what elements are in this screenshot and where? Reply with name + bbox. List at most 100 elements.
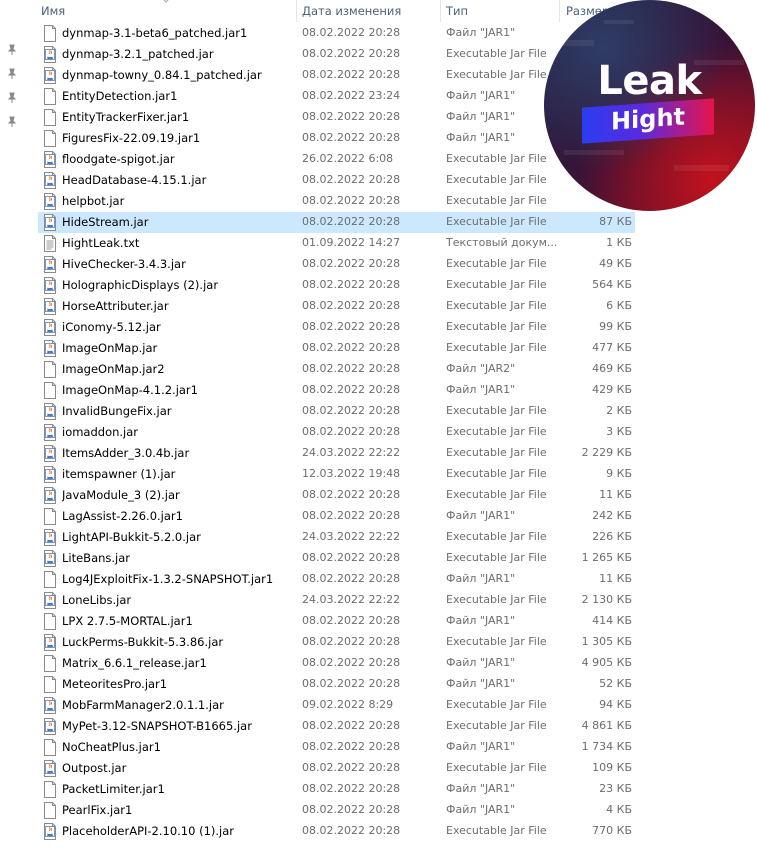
file-date-modified: 08.02.2022 20:28 — [302, 341, 401, 354]
file-name: ImageOnMap.jar — [62, 341, 158, 355]
file-date-modified: 08.02.2022 20:28 — [302, 362, 401, 375]
file-row[interactable]: HideStream.jar 08.02.2022 20:28 Executable… — [38, 212, 635, 233]
file-type: Файл "JAR1" — [446, 26, 516, 39]
file-row[interactable]: PearlFix.jar1 08.02.2022 20:28 Файл "JAR1"… — [38, 800, 635, 821]
file-name: HolographicDisplays (2).jar — [62, 278, 219, 292]
file-row[interactable]: NoCheatPlus.jar1 08.02.2022 20:28 Файл "JA… — [38, 737, 635, 758]
java-file-icon — [43, 487, 57, 504]
file-row[interactable]: HightLeak.txt 01.09.2022 14:27 Текстовый д… — [38, 233, 635, 254]
file-type: Файл "JAR1" — [446, 782, 516, 795]
file-row[interactable]: LuckPerms-Bukkit-5.3.86.jar 08.02.2022 20… — [38, 632, 635, 653]
file-date-modified: 08.02.2022 20:28 — [302, 824, 401, 837]
blank-file-icon — [43, 508, 57, 525]
java-file-icon — [43, 172, 57, 189]
file-name: HeadDatabase-4.15.1.jar — [62, 173, 207, 187]
column-name-header[interactable]: Имя — [41, 4, 65, 18]
java-file-icon — [43, 214, 57, 231]
blank-file-icon — [43, 781, 57, 798]
file-date-modified: 08.02.2022 20:28 — [302, 425, 401, 438]
file-type: Executable Jar File — [446, 47, 547, 60]
file-name: PearlFix.jar1 — [62, 803, 133, 817]
pin-icon[interactable] — [6, 44, 18, 56]
file-row[interactable]: JavaModule_3 (2).jar 08.02.2022 20:28 Exec… — [38, 485, 635, 506]
file-date-modified: 08.02.2022 20:28 — [302, 47, 401, 60]
file-size: 2 КБ — [606, 404, 632, 417]
file-row[interactable]: LPX 2.7.5-MORTAL.jar1 08.02.2022 20:28 Фай… — [38, 611, 635, 632]
java-file-icon — [43, 592, 57, 609]
file-row[interactable]: ImageOnMap.jar2 08.02.2022 20:28 Файл "JAR… — [38, 359, 635, 380]
file-date-modified: 08.02.2022 20:28 — [302, 68, 401, 81]
file-row[interactable]: itemspawner (1).jar 12.03.2022 19:48 Execu… — [38, 464, 635, 485]
pin-icon[interactable] — [6, 116, 18, 128]
file-row[interactable]: ImageOnMap.jar 08.02.2022 20:28 Executable… — [38, 338, 635, 359]
file-size: 226 КБ — [592, 530, 632, 543]
file-type: Executable Jar File — [446, 719, 547, 732]
file-date-modified: 08.02.2022 20:28 — [302, 782, 401, 795]
file-row[interactable]: ImageOnMap-4.1.2.jar1 08.02.2022 20:28 Фай… — [38, 380, 635, 401]
java-file-icon — [43, 760, 57, 777]
file-row[interactable]: iomaddon.jar 08.02.2022 20:28 Executable J… — [38, 422, 635, 443]
blank-file-icon — [43, 802, 57, 819]
file-name: MyPet-3.12-SNAPSHOT-B1665.jar — [62, 719, 252, 733]
file-type: Файл "JAR1" — [446, 740, 516, 753]
java-file-icon — [43, 424, 57, 441]
pin-icon[interactable] — [6, 92, 18, 104]
file-date-modified: 24.03.2022 22:22 — [302, 530, 401, 543]
java-file-icon — [43, 46, 57, 63]
file-type: Executable Jar File — [446, 257, 547, 270]
file-type: Файл "JAR1" — [446, 614, 516, 627]
file-date-modified: 08.02.2022 20:28 — [302, 572, 401, 585]
file-name: LagAssist-2.26.0.jar1 — [62, 509, 183, 523]
file-row[interactable]: PlaceholderAPI-2.10.10 (1).jar 08.02.2022… — [38, 821, 635, 842]
file-row[interactable]: PacketLimiter.jar1 08.02.2022 20:28 Файл "… — [38, 779, 635, 800]
file-row[interactable]: Log4JExploitFix-1.3.2-SNAPSHOT.jar1 08.02… — [38, 569, 635, 590]
column-divider[interactable] — [296, 0, 297, 22]
file-type: Файл "JAR1" — [446, 110, 516, 123]
file-type: Executable Jar File — [446, 425, 547, 438]
file-row[interactable]: MeteoritesPro.jar1 08.02.2022 20:28 Файл "… — [38, 674, 635, 695]
file-row[interactable]: HorseAttributer.jar 08.02.2022 20:28 Execu… — [38, 296, 635, 317]
java-file-icon — [43, 697, 57, 714]
file-type: Executable Jar File — [446, 488, 547, 501]
file-row[interactable]: LagAssist-2.26.0.jar1 08.02.2022 20:28 Фай… — [38, 506, 635, 527]
file-row[interactable]: Outpost.jar 08.02.2022 20:28 Executable Ja… — [38, 758, 635, 779]
file-row[interactable]: HolographicDisplays (2).jar 08.02.2022 20… — [38, 275, 635, 296]
file-name: ItemsAdder_3.0.4b.jar — [62, 446, 190, 460]
file-type: Executable Jar File — [446, 299, 547, 312]
file-name: LPX 2.7.5-MORTAL.jar1 — [62, 614, 193, 628]
file-size: 99 КБ — [599, 320, 632, 333]
java-file-icon — [43, 67, 57, 84]
column-divider[interactable] — [440, 0, 441, 22]
file-row[interactable]: LoneLibs.jar 24.03.2022 22:22 Executable J… — [38, 590, 635, 611]
file-date-modified: 08.02.2022 20:28 — [302, 761, 401, 774]
file-size: 9 КБ — [606, 467, 632, 480]
file-date-modified: 08.02.2022 20:28 — [302, 383, 401, 396]
file-type: Executable Jar File — [446, 467, 547, 480]
file-size: 242 КБ — [592, 509, 632, 522]
file-name: ImageOnMap.jar2 — [62, 362, 165, 376]
file-row[interactable]: LightAPI-Bukkit-5.2.0.jar 24.03.2022 22:2… — [38, 527, 635, 548]
file-row[interactable]: MyPet-3.12-SNAPSHOT-B1665.jar 08.02.2022 … — [38, 716, 635, 737]
file-row[interactable]: HiveChecker-3.4.3.jar 08.02.2022 20:28 Exe… — [38, 254, 635, 275]
pin-icon[interactable] — [6, 68, 18, 80]
file-name: floodgate-spigot.jar — [62, 152, 175, 166]
file-name: dynmap-3.1-beta6_patched.jar1 — [62, 26, 248, 40]
file-type: Executable Jar File — [446, 152, 547, 165]
column-date-header[interactable]: Дата изменения — [302, 4, 401, 18]
column-type-header[interactable]: Тип — [446, 4, 468, 18]
file-row[interactable]: LiteBans.jar 08.02.2022 20:28 Executable J… — [38, 548, 635, 569]
file-date-modified: 08.02.2022 20:28 — [302, 677, 401, 690]
blank-file-icon — [43, 655, 57, 672]
file-row[interactable]: MobFarmManager2.0.1.1.jar 09.02.2022 8:29… — [38, 695, 635, 716]
file-row[interactable]: ItemsAdder_3.0.4b.jar 24.03.2022 22:22 Exe… — [38, 443, 635, 464]
file-size: 1 305 КБ — [581, 635, 632, 648]
file-type: Executable Jar File — [446, 173, 547, 186]
file-row[interactable]: InvalidBungeFix.jar 08.02.2022 20:28 Execu… — [38, 401, 635, 422]
file-size: 109 КБ — [592, 761, 632, 774]
file-row[interactable]: Matrix_6.6.1_release.jar1 08.02.2022 20:2… — [38, 653, 635, 674]
java-file-icon — [43, 823, 57, 840]
file-row[interactable]: iConomy-5.12.jar 08.02.2022 20:28 Executab… — [38, 317, 635, 338]
file-size: 4 861 КБ — [581, 719, 632, 732]
file-type: Executable Jar File — [446, 341, 547, 354]
file-name: NoCheatPlus.jar1 — [62, 740, 161, 754]
